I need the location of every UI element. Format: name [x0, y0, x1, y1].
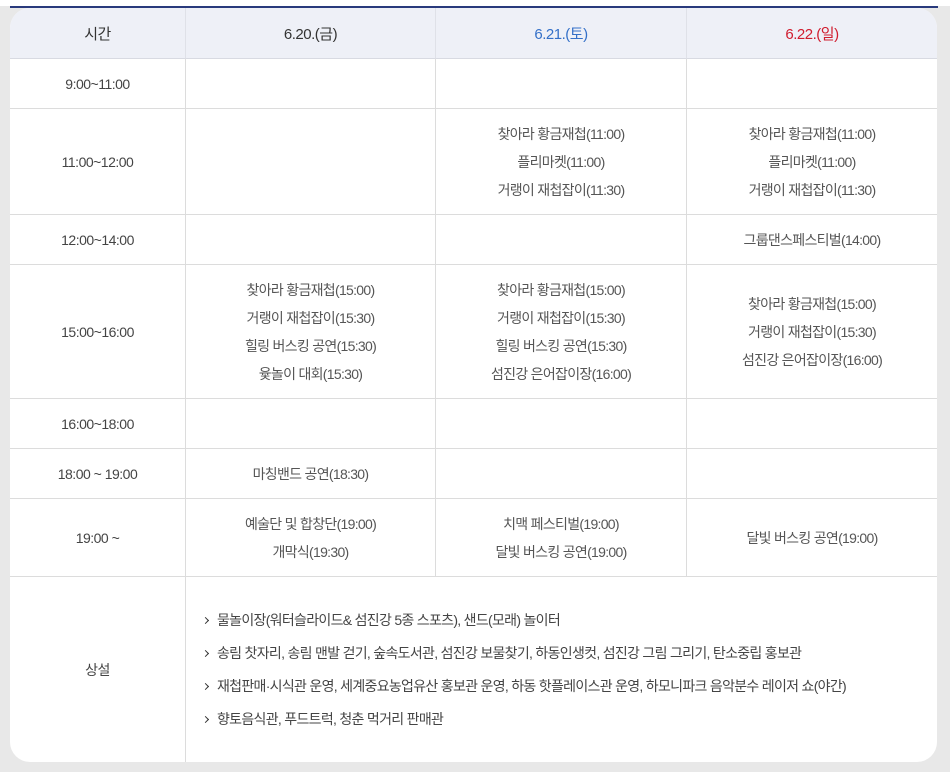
- event-item: 치맥 페스티벌(19:00): [503, 515, 619, 532]
- event-item: 달빛 버스킹 공연(19:00): [746, 529, 878, 546]
- list-item: 송림 찻자리, 송림 맨발 걷기, 숲속도서관, 섬진강 보물찾기, 하동인생컷…: [203, 637, 929, 670]
- schedule-cell: 달빛 버스킹 공연(19:00): [687, 499, 937, 577]
- event-item: 섬진강 은어잡이장(16:00): [490, 365, 632, 382]
- program-text: 향토음식관, 푸드트럭, 청춘 먹거리 판매관: [217, 710, 444, 727]
- schedule-cell: 찾아라 황금재첩(15:00) 거랭이 재첩잡이(15:30) 힐링 버스킹 공…: [436, 265, 687, 399]
- header-day-fri: 6.20.(금): [186, 8, 436, 59]
- permanent-programs-list: 물놀이장(워터슬라이드& 섬진강 5종 스포츠), 샌드(모래) 놀이터 송림 …: [203, 604, 929, 736]
- schedule-cell: [186, 399, 436, 449]
- time-slot-label: 15:00~16:00: [61, 323, 134, 340]
- time-slot-cell: 12:00~14:00: [10, 215, 186, 265]
- event-item: 찾아라 황금재첩(11:00): [497, 125, 626, 142]
- day-label: 6.21.(토): [534, 25, 588, 43]
- list-item: 향토음식관, 푸드트럭, 청춘 먹거리 판매관: [203, 703, 929, 736]
- chevron-right-icon: [203, 604, 217, 637]
- program-text: 송림 찻자리, 송림 맨발 걷기, 숲속도서관, 섬진강 보물찾기, 하동인생컷…: [217, 644, 802, 661]
- time-slot-cell: 9:00~11:00: [10, 59, 186, 109]
- event-item: 거랭이 재첩잡이(15:30): [246, 309, 376, 326]
- event-item: 달빛 버스킹 공연(19:00): [495, 543, 627, 560]
- time-slot-label: 18:00 ~ 19:00: [57, 465, 138, 482]
- day-label: 6.20.(금): [283, 25, 338, 43]
- schedule-cell: [186, 59, 436, 109]
- schedule-cell: [687, 59, 937, 109]
- event-item: 찾아라 황금재첩(15:00): [497, 281, 626, 298]
- schedule-cell: [687, 449, 937, 499]
- schedule-cell: 찾아라 황금재첩(15:00) 거랭이 재첩잡이(15:30) 섬진강 은어잡이…: [687, 265, 937, 399]
- time-slot-cell: 11:00~12:00: [10, 109, 186, 215]
- event-item: 거랭이 재첩잡이(11:30): [748, 181, 877, 198]
- time-slot-cell: 15:00~16:00: [10, 265, 186, 399]
- schedule-cell: 치맥 페스티벌(19:00) 달빛 버스킹 공연(19:00): [436, 499, 687, 577]
- event-item: 찾아라 황금재첩(15:00): [246, 281, 376, 298]
- list-item: 재첩판매·시식관 운영, 세계중요농업유산 홍보관 운영, 하동 핫플레이스관 …: [203, 670, 929, 703]
- header-day-sun: 6.22.(일): [687, 8, 937, 59]
- event-item: 플리마켓(11:00): [768, 153, 856, 170]
- time-slot-cell: 18:00 ~ 19:00: [10, 449, 186, 499]
- schedule-cell: 찾아라 황금재첩(11:00) 플리마켓(11:00) 거랭이 재첩잡이(11:…: [687, 109, 937, 215]
- program-text: 물놀이장(워터슬라이드& 섬진강 5종 스포츠), 샌드(모래) 놀이터: [217, 611, 561, 628]
- chevron-right-icon: [203, 703, 217, 736]
- header-day-sat: 6.21.(토): [436, 8, 687, 59]
- event-item: 그룹댄스페스티벌(14:00): [743, 231, 882, 248]
- schedule-cell: 찾아라 황금재첩(15:00) 거랭이 재첩잡이(15:30) 힐링 버스킹 공…: [186, 265, 436, 399]
- day-label: 6.22.(일): [785, 25, 839, 43]
- event-item: 힐링 버스킹 공연(15:30): [244, 337, 377, 354]
- event-item: 힐링 버스킹 공연(15:30): [495, 337, 627, 354]
- schedule-cell: [186, 109, 436, 215]
- event-item: 개막식(19:30): [272, 543, 350, 560]
- schedule-cell: [436, 449, 687, 499]
- schedule-cell: 찾아라 황금재첩(11:00) 플리마켓(11:00) 거랭이 재첩잡이(11:…: [436, 109, 687, 215]
- event-item: 거랭이 재첩잡이(15:30): [497, 309, 626, 326]
- time-slot-label: 11:00~12:00: [61, 153, 134, 170]
- event-item: 거랭이 재첩잡이(11:30): [497, 181, 626, 198]
- event-item: 찾아라 황금재첩(15:00): [748, 295, 877, 312]
- schedule-cell: [436, 215, 687, 265]
- event-item: 예술단 및 합창단(19:00): [244, 515, 377, 532]
- schedule-cell: [186, 215, 436, 265]
- event-item: 섬진강 은어잡이장(16:00): [741, 351, 883, 368]
- header-time-label: 시간: [84, 25, 111, 43]
- schedule-cell: 마칭밴드 공연(18:30): [186, 449, 436, 499]
- chevron-right-icon: [203, 670, 217, 703]
- time-slot-cell: 상설: [10, 577, 186, 762]
- time-slot-cell: 16:00~18:00: [10, 399, 186, 449]
- schedule-cell: [436, 59, 687, 109]
- schedule-cell: [436, 399, 687, 449]
- header-time: 시간: [10, 8, 186, 59]
- list-item: 물놀이장(워터슬라이드& 섬진강 5종 스포츠), 샌드(모래) 놀이터: [203, 604, 929, 637]
- event-item: 플리마켓(11:00): [517, 153, 605, 170]
- schedule-cell: 예술단 및 합창단(19:00) 개막식(19:30): [186, 499, 436, 577]
- permanent-label: 상설: [85, 661, 110, 678]
- event-item: 마칭밴드 공연(18:30): [252, 465, 369, 482]
- chevron-right-icon: [203, 637, 217, 670]
- permanent-programs-cell: 물놀이장(워터슬라이드& 섬진강 5종 스포츠), 샌드(모래) 놀이터 송림 …: [186, 577, 937, 762]
- schedule-table: 시간 6.20.(금) 6.21.(토) 6.22.(일) 9:00~11:00…: [10, 8, 937, 762]
- time-slot-label: 12:00~14:00: [61, 231, 134, 248]
- schedule-cell: 그룹댄스페스티벌(14:00): [687, 215, 937, 265]
- time-slot-label: 19:00 ~: [75, 529, 120, 546]
- program-text: 재첩판매·시식관 운영, 세계중요농업유산 홍보관 운영, 하동 핫플레이스관 …: [217, 677, 847, 694]
- event-item: 찾아라 황금재첩(11:00): [748, 125, 877, 142]
- event-item: 윷놀이 대회(15:30): [258, 365, 363, 382]
- time-slot-cell: 19:00 ~: [10, 499, 186, 577]
- schedule-cell: [687, 399, 937, 449]
- time-slot-label: 16:00~18:00: [61, 415, 134, 432]
- time-slot-label: 9:00~11:00: [65, 75, 130, 92]
- event-item: 거랭이 재첩잡이(15:30): [748, 323, 877, 340]
